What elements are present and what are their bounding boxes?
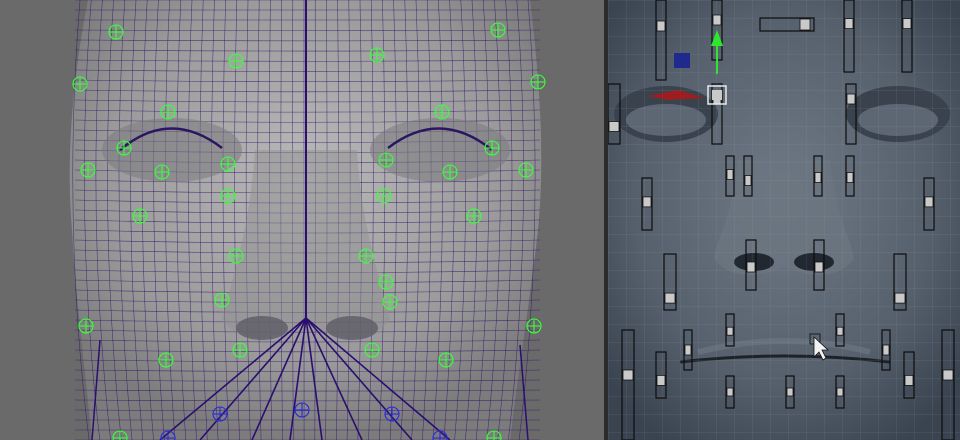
locator-icon[interactable] xyxy=(160,104,176,120)
locator-icon[interactable] xyxy=(438,352,454,368)
slider-handle[interactable] xyxy=(656,374,666,386)
maya-face-rig-workspace xyxy=(0,0,960,440)
slider-handle[interactable] xyxy=(882,344,890,356)
locator-icon[interactable] xyxy=(484,140,500,156)
slider-handle[interactable] xyxy=(902,18,912,30)
slider-handle[interactable] xyxy=(786,387,794,397)
locator-icon[interactable] xyxy=(214,292,230,308)
slider-handle[interactable] xyxy=(726,169,734,180)
locator-icon[interactable] xyxy=(364,342,380,358)
slider-handle[interactable] xyxy=(664,292,676,304)
selected-control-square-icon[interactable] xyxy=(674,53,690,68)
jaw-guide-right xyxy=(519,344,529,440)
locator-icon[interactable] xyxy=(154,164,170,180)
locator-icon[interactable] xyxy=(116,140,132,156)
slider-handle[interactable] xyxy=(684,344,692,356)
locator-icon[interactable] xyxy=(228,248,244,264)
locator-icon[interactable] xyxy=(442,164,458,180)
locator-icon[interactable] xyxy=(526,318,542,334)
face-control-viewport[interactable] xyxy=(608,0,960,440)
viewport-grid xyxy=(608,0,960,440)
locator-icon[interactable] xyxy=(358,248,374,264)
slider-handle[interactable] xyxy=(642,196,652,208)
control-board-canvas[interactable] xyxy=(608,0,960,440)
locator-icon[interactable] xyxy=(434,104,450,120)
locator-icon[interactable] xyxy=(378,274,394,290)
locator-icon[interactable] xyxy=(220,156,236,172)
jaw-locator-icon[interactable] xyxy=(384,406,400,422)
slider-handle[interactable] xyxy=(746,261,756,273)
slider-handle[interactable] xyxy=(608,121,620,132)
slider-handle[interactable] xyxy=(622,369,634,381)
locator-icon[interactable] xyxy=(232,342,248,358)
slider-handle[interactable] xyxy=(836,387,844,397)
jaw-locator-icon[interactable] xyxy=(294,402,310,418)
slider-handle[interactable] xyxy=(904,374,914,386)
locator-icon[interactable] xyxy=(369,47,385,63)
slider-handle[interactable] xyxy=(894,292,906,304)
slider-handle[interactable] xyxy=(656,20,666,32)
locator-icon[interactable] xyxy=(466,208,482,224)
slider-handle[interactable] xyxy=(726,326,734,336)
slider-handle[interactable] xyxy=(836,326,844,336)
slider-handle[interactable] xyxy=(846,93,856,105)
locator-icon[interactable] xyxy=(530,74,546,90)
locator-icon[interactable] xyxy=(80,162,96,178)
locator-icon[interactable] xyxy=(132,208,148,224)
slider-handle[interactable] xyxy=(814,172,822,183)
slider-handle[interactable] xyxy=(942,369,954,381)
right-nostril xyxy=(326,316,378,340)
locator-icon[interactable] xyxy=(382,294,398,310)
locator-icon[interactable] xyxy=(220,188,236,204)
locator-icon[interactable] xyxy=(108,24,124,40)
locator-icon[interactable] xyxy=(78,318,94,334)
locator-icon[interactable] xyxy=(228,53,244,69)
slider-handle[interactable] xyxy=(846,172,854,183)
locator-icon[interactable] xyxy=(376,188,392,204)
slider-handle[interactable] xyxy=(712,14,722,26)
locator-icon[interactable] xyxy=(490,22,506,38)
locator-icon[interactable] xyxy=(72,76,88,92)
jaw-locator-icon[interactable] xyxy=(212,406,228,422)
wireframe-face-canvas[interactable] xyxy=(0,0,604,440)
locator-icon[interactable] xyxy=(378,152,394,168)
perspective-viewport[interactable] xyxy=(0,0,604,440)
slider-handle[interactable] xyxy=(844,18,854,30)
slider-handle[interactable] xyxy=(814,261,824,273)
slider-handle[interactable] xyxy=(924,196,934,208)
slider-handle[interactable] xyxy=(726,387,734,397)
locator-icon[interactable] xyxy=(518,162,534,178)
slider-handle[interactable] xyxy=(744,175,752,186)
locator-icon[interactable] xyxy=(158,352,174,368)
left-nostril xyxy=(236,316,288,340)
